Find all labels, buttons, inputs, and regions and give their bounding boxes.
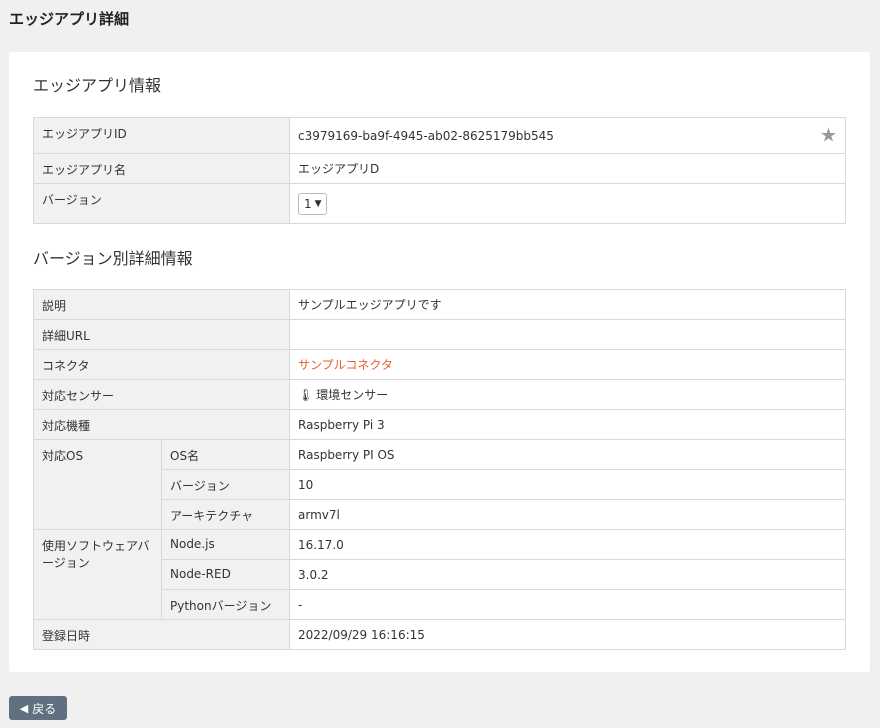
python-value: - <box>289 589 846 620</box>
version-details-table: 説明 サンプルエッジアプリです 詳細URL コネクタ サンプルコネクタ 対応セン… <box>32 289 846 650</box>
app-id-label: エッジアプリID <box>33 117 290 154</box>
app-info-table: エッジアプリID c3979169-ba9f-4945-ab02-8625179… <box>33 117 846 224</box>
model-label: 対応機種 <box>32 409 291 440</box>
star-icon[interactable]: ★ <box>820 126 837 145</box>
table-row: バージョン 1 ▼ <box>33 183 846 224</box>
table-row: コネクタ サンプルコネクタ <box>32 349 846 380</box>
page-title: エッジアプリ詳細 <box>9 10 130 28</box>
description-value: サンプルエッジアプリです <box>289 289 846 320</box>
os-arch-value: armv7l <box>289 499 846 530</box>
app-info-heading: エッジアプリ情報 <box>33 76 162 95</box>
back-button-label: 戻る <box>32 701 57 716</box>
registered-value: 2022/09/29 16:16:15 <box>289 619 846 650</box>
description-label: 説明 <box>32 289 291 320</box>
connector-label: コネクタ <box>32 349 291 380</box>
nodered-label: Node-RED <box>160 559 291 590</box>
table-row: 使用ソフトウェアバージョン Node.js 16.17.0 <box>33 529 846 620</box>
table-row: 説明 サンプルエッジアプリです <box>32 289 846 320</box>
table-row: 対応機種 Raspberry Pi 3 <box>32 409 846 440</box>
chevron-down-icon: ▼ <box>314 198 322 209</box>
os-version-label: バージョン <box>160 469 291 500</box>
table-row: エッジアプリ名 エッジアプリD <box>33 153 846 184</box>
os-name-value: Raspberry PI OS <box>289 439 846 470</box>
version-select-value: 1 <box>304 196 312 211</box>
nodered-value: 3.0.2 <box>289 559 846 590</box>
version-cell: 1 ▼ <box>289 183 846 224</box>
os-arch-label: アーキテクチャ <box>160 499 291 530</box>
nodejs-value: 16.17.0 <box>289 529 846 560</box>
python-label: Pythonバージョン <box>160 589 291 620</box>
table-row: 対応センサー 🌡︎ 環境センサー <box>32 379 846 410</box>
version-label: バージョン <box>33 183 290 224</box>
version-select[interactable]: 1 ▼ <box>298 192 327 215</box>
table-row: 詳細URL <box>32 319 846 350</box>
back-button[interactable]: ◀ 戻る <box>9 696 67 720</box>
software-label: 使用ソフトウェアバージョン <box>33 529 162 620</box>
table-row: 登録日時 2022/09/29 16:16:15 <box>32 619 846 650</box>
thermometer-icon: 🌡︎ <box>298 388 314 402</box>
sensor-cell: 🌡︎ 環境センサー <box>289 379 846 410</box>
os-label: 対応OS <box>33 439 162 530</box>
table-row: 対応OS OS名 Raspberry PI OS <box>33 439 846 530</box>
table-row: エッジアプリID c3979169-ba9f-4945-ab02-8625179… <box>33 117 846 154</box>
sensor-value: 環境センサー <box>316 388 389 402</box>
os-version-value: 10 <box>289 469 846 500</box>
app-name-value: エッジアプリD <box>289 153 846 184</box>
app-id-value: c3979169-ba9f-4945-ab02-8625179bb545 <box>298 128 554 143</box>
connector-cell: サンプルコネクタ <box>289 349 846 380</box>
detail-url-label: 詳細URL <box>32 319 291 350</box>
app-id-cell: c3979169-ba9f-4945-ab02-8625179bb545 ★ <box>289 117 846 154</box>
version-details-heading: バージョン別詳細情報 <box>33 249 193 268</box>
model-value: Raspberry Pi 3 <box>289 409 846 440</box>
registered-label: 登録日時 <box>32 619 291 650</box>
back-arrow-icon: ◀ <box>19 701 29 715</box>
app-name-label: エッジアプリ名 <box>33 153 290 184</box>
detail-url-value <box>289 319 846 350</box>
detail-card: エッジアプリ情報 エッジアプリID c3979169-ba9f-4945-ab0… <box>9 52 870 672</box>
connector-link[interactable]: サンプルコネクタ <box>298 358 393 372</box>
os-name-label: OS名 <box>160 439 291 470</box>
sensor-label: 対応センサー <box>32 379 291 410</box>
nodejs-label: Node.js <box>160 529 291 560</box>
